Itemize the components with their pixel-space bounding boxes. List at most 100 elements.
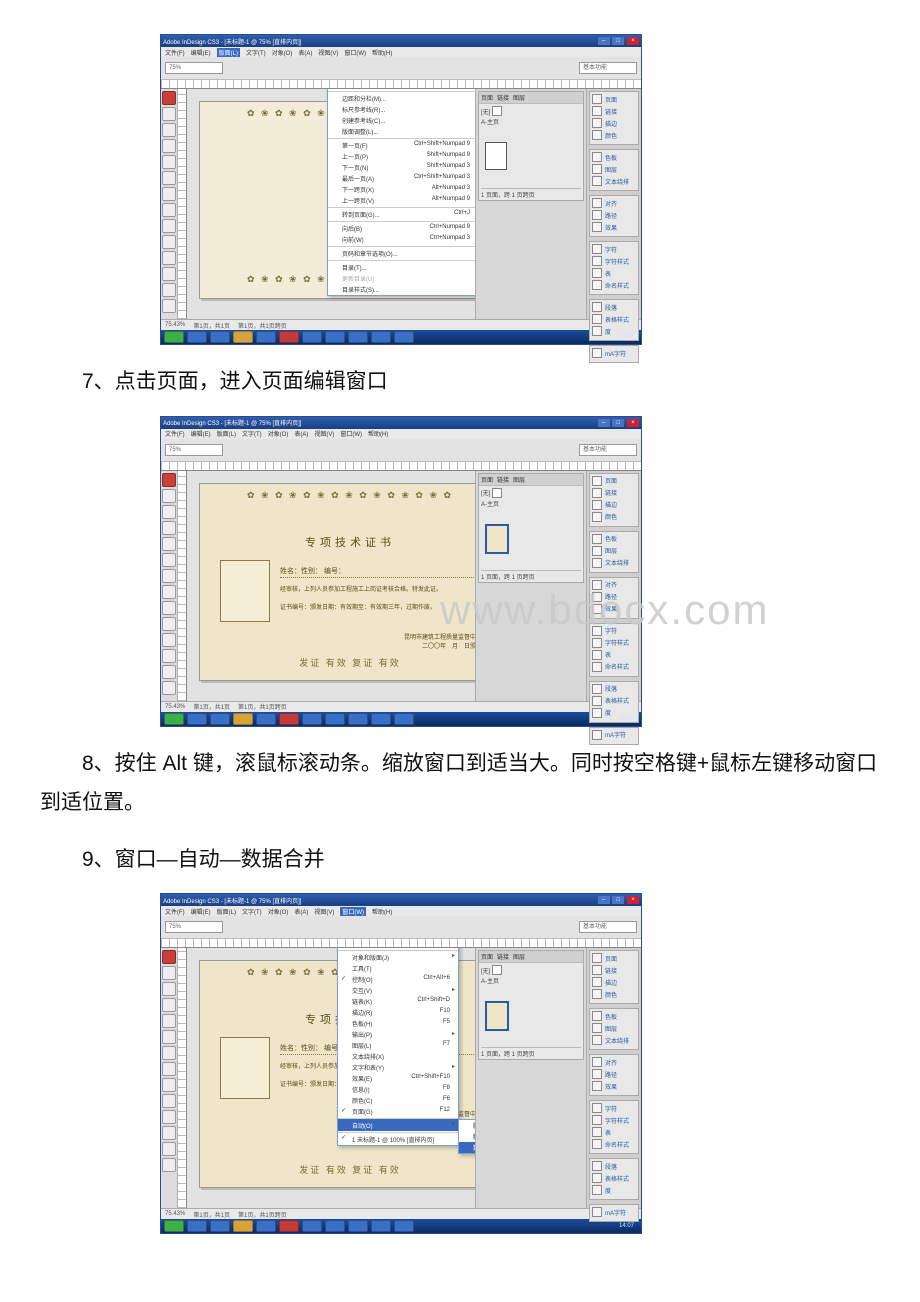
hand-tool-icon[interactable] [162,251,176,265]
taskbar-item[interactable] [256,1220,276,1232]
mi-control[interactable]: ✓控制(O)Ctrl+Alt+6 [338,974,458,985]
menu-view[interactable]: 视图(V) [318,48,338,57]
menu-file[interactable]: 文件(F) [165,907,185,916]
taskbar-item[interactable] [325,713,345,725]
side-item[interactable]: mA字符 [592,348,636,358]
mi-color[interactable]: 颜色(C)F6 [338,1095,458,1106]
direct-select-tool-icon[interactable] [162,966,176,980]
menu-help[interactable]: 帮助(H) [372,907,392,916]
start-button[interactable] [164,713,184,725]
menu-type[interactable]: 文字(T) [242,429,262,438]
mi-toc[interactable]: 目录(T)... [328,260,475,273]
side-item[interactable]: 页面 [592,953,636,963]
taskbar-item[interactable] [210,331,230,343]
eyedropper-tool-icon[interactable] [162,235,176,249]
layers-tab[interactable]: 图层 [513,93,525,102]
pages-tab[interactable]: 页面 [481,475,493,484]
mi-margins[interactable]: 边距和分栏(M)... [328,91,475,104]
mi-layers[interactable]: 图层(L)F7 [338,1040,458,1051]
menu-help[interactable]: 帮助(H) [372,48,392,57]
selection-tool-icon[interactable] [162,473,176,487]
taskbar-item[interactable] [256,713,276,725]
scissors-tool-icon[interactable] [162,569,176,583]
side-item[interactable]: 命名样式 [592,1139,636,1149]
taskbar-item[interactable] [302,331,322,343]
side-item[interactable]: 颜色 [592,512,636,522]
canvas[interactable]: ✿ ❀ ✿ ❀ ✿ ❀ ✿ ❀ ✿ ❀ ✿ ❀ ✿ ❀ ✿ 专项技术证书 姓名：… [187,948,475,1208]
rect-tool-icon[interactable] [162,171,176,185]
mi-openwindow[interactable]: ✓1 未标题-1 @ 100% [直排内页] [338,1132,458,1145]
pages-tab[interactable]: 页面 [481,93,493,102]
menu-window[interactable]: 窗口(W) [340,907,366,916]
side-item[interactable]: 颜色 [592,989,636,999]
rotate-tool-icon[interactable] [162,585,176,599]
rect-tool-icon[interactable] [162,1030,176,1044]
menu-edit[interactable]: 编辑(E) [191,48,211,57]
side-item[interactable]: 表 [592,1127,636,1137]
zoom-tool-icon[interactable] [162,649,176,663]
pages-tab[interactable]: 页面 [481,952,493,961]
mi-info[interactable]: 信息(I)F8 [338,1084,458,1095]
side-item[interactable]: 段落 [592,1161,636,1171]
mi-textwrap[interactable]: 文本绕排(X) [338,1051,458,1062]
mi-gotopage[interactable]: 转到页面(G)...Ctrl+J [328,207,475,220]
taskbar-item[interactable] [256,331,276,343]
side-item[interactable]: 效果 [592,604,636,614]
close-button[interactable]: × [627,419,639,427]
mi-interactive[interactable]: 交互(V) [338,985,458,996]
mi-section[interactable]: 页码和章节选项(O)... [328,246,475,259]
side-item[interactable]: 描边 [592,977,636,987]
page-thumb-1[interactable] [485,524,509,554]
mi-prevpage[interactable]: 上一页(P)Shift+Numpad 9 [328,151,475,162]
fill-swatch-icon[interactable] [162,665,176,679]
mi-swatches[interactable]: 色板(H)F5 [338,1018,458,1029]
side-item[interactable]: 色板 [592,534,636,544]
menu-object[interactable]: 对象(O) [268,907,289,916]
taskbar-item[interactable] [348,1220,368,1232]
pages-panel[interactable]: 页面 链接 图层 [无] A-主页 1 页面，跨 1 页跨页 [478,473,584,583]
side-item[interactable]: 度 [592,1185,636,1195]
pages-panel[interactable]: 页面 链接 图层 [无] A-主页 1 页面，跨 1 页跨页 [478,91,584,201]
page-thumb-1[interactable] [485,1001,509,1031]
links-tab[interactable]: 链接 [497,475,509,484]
maximize-button[interactable]: □ [612,419,624,427]
maximize-button[interactable]: □ [612,37,624,45]
taskbar-item[interactable] [233,331,253,343]
mi-stroke[interactable]: 描边(R)F10 [338,1007,458,1018]
mi-tools[interactable]: 工具(T) [338,963,458,974]
frame-tool-icon[interactable] [162,155,176,169]
side-item[interactable]: 对齐 [592,1057,636,1067]
mi-lastpage[interactable]: 最后一页(A)Ctrl+Shift+Numpad 3 [328,173,475,184]
taskbar-item[interactable] [325,1220,345,1232]
menu-edit[interactable]: 编辑(E) [191,429,211,438]
side-item[interactable]: 命名样式 [592,280,636,290]
taskbar-item[interactable] [210,713,230,725]
side-item[interactable]: 色板 [592,1011,636,1021]
taskbar-item[interactable] [279,331,299,343]
scissors-tool-icon[interactable] [162,187,176,201]
taskbar-item[interactable] [279,713,299,725]
mi-pages[interactable]: 页面(E) [328,89,475,90]
side-item[interactable]: 文本绕排 [592,558,636,568]
master-a[interactable]: A-主页 [481,117,499,126]
master-none[interactable]: [无] [481,107,490,116]
side-item[interactable]: 表 [592,268,636,278]
side-item[interactable]: 颜色 [592,130,636,140]
mi-forward[interactable]: 向前(W)Ctrl+Numpad 3 [328,234,475,245]
menu-type[interactable]: 文字(T) [242,907,262,916]
start-button[interactable] [164,1220,184,1232]
workspace-select[interactable]: 基本功能 [579,921,637,933]
taskbar-item[interactable] [279,1220,299,1232]
side-item[interactable]: 描边 [592,118,636,128]
taskbar-item[interactable] [233,1220,253,1232]
pages-panel[interactable]: 页面 链接 图层 [无] A-主页 1 页面，跨 1 页跨页 [478,950,584,1060]
side-item[interactable]: 字符样式 [592,1115,636,1125]
side-item[interactable]: 文本绕排 [592,176,636,186]
side-item[interactable]: 文本绕排 [592,1035,636,1045]
pen-tool-icon[interactable] [162,521,176,535]
rect-tool-icon[interactable] [162,553,176,567]
direct-select-tool-icon[interactable] [162,107,176,121]
mi-pages[interactable]: ✓页面(G)F12 [338,1106,458,1117]
menu-layout[interactable]: 版面(L) [217,907,236,916]
taskbar-item[interactable] [325,331,345,343]
